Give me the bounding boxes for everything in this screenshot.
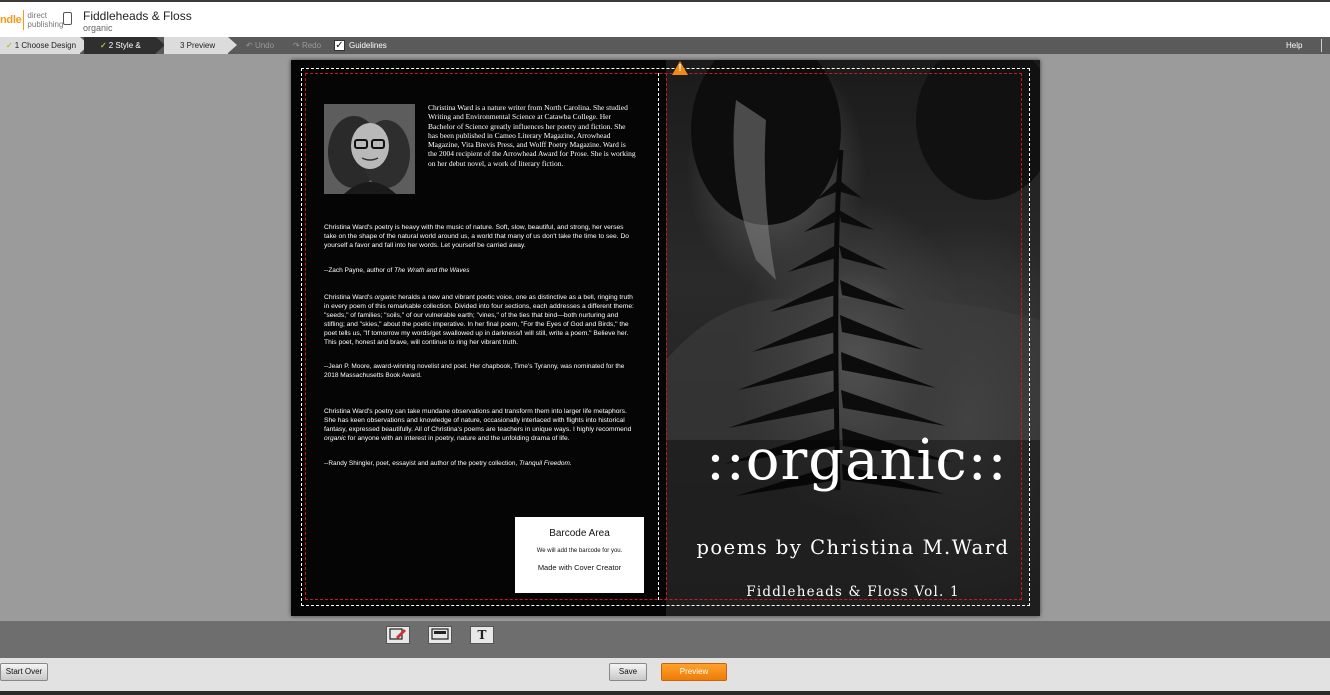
blurb-3-emphasis: organic <box>324 435 346 442</box>
top-header: ndle direct publishing Fiddleheads & Flo… <box>0 0 1330 37</box>
start-over-button[interactable]: Start Over <box>0 663 48 681</box>
back-cover[interactable]: Christina Ward is a nature writer from N… <box>291 60 666 616</box>
brand-divider <box>23 10 25 30</box>
step-toolbar: ✓1 Choose Design ✓2 Style & Edit 3 Previ… <box>0 37 1330 67</box>
guidelines-label[interactable]: Guidelines <box>349 37 387 54</box>
kdp-logo[interactable]: ndle direct publishing <box>0 8 63 32</box>
edit-background-icon[interactable] <box>386 626 410 644</box>
blurb-3-part-b: for anyone with an interest in poetry, n… <box>345 435 570 442</box>
warning-icon-mark: ! <box>678 63 682 74</box>
redo-button[interactable]: ↷ Redo <box>293 37 321 54</box>
brand-line-1: direct <box>27 11 47 20</box>
editor-toolstrip: T <box>0 621 1330 658</box>
barcode-subtitle: We will add the barcode for you. <box>536 548 623 554</box>
author-bio[interactable]: Christina Ward is a nature writer from N… <box>428 103 636 168</box>
blurb-2-emphasis: organic <box>374 294 397 301</box>
review-blurb-2[interactable]: Christina Ward's organic heralds a new a… <box>324 293 636 347</box>
review-attribution-1[interactable]: --Zach Payne, author of The Wrath and th… <box>324 266 636 275</box>
text-tool-icon[interactable]: T <box>470 626 494 644</box>
step-style-edit[interactable]: ✓2 Style & Edit <box>84 37 156 67</box>
check-icon: ✓ <box>6 41 13 50</box>
attribution-3-text: --Randy Shingler, poet, essayist and aut… <box>324 460 520 467</box>
brand-kindle-text: ndle <box>0 14 22 26</box>
redo-label: Redo <box>301 41 322 50</box>
cover-series[interactable]: Fiddleheads & Floss Vol. 1 <box>666 584 1040 600</box>
step-arrow <box>228 37 237 53</box>
front-cover[interactable]: ::organic:: poems by Christina M.Ward Fi… <box>666 60 1040 616</box>
step-preview-label: 3 Preview <box>180 41 216 50</box>
review-attribution-3[interactable]: --Randy Shingler, poet, essayist and aut… <box>324 459 636 468</box>
project-subtitle: organic <box>83 23 113 33</box>
undo-icon: ↶ <box>246 41 253 50</box>
undo-label: Undo <box>254 41 275 50</box>
cover-preview[interactable]: Christina Ward is a nature writer from N… <box>291 60 1040 616</box>
barcode-made-with: Made with Cover Creator <box>537 563 622 572</box>
guidelines-checkbox[interactable]: ✓ <box>334 40 345 51</box>
project-title: Fiddleheads & Floss <box>83 9 192 23</box>
blurb-2-part-b: heralds a new and vibrant poetic voice, … <box>324 294 634 346</box>
author-photo-image <box>324 104 415 194</box>
book-icon <box>63 12 72 25</box>
barcode-area: Barcode Area We will add the barcode for… <box>515 517 644 593</box>
review-attribution-2[interactable]: --Jean P. Moore, award-winning novelist … <box>324 362 636 380</box>
window-bottom-edge <box>0 691 1330 695</box>
divider <box>1321 39 1322 52</box>
attribution-1-text: --Zach Payne, author of <box>324 267 395 274</box>
blurb-3-part-a: Christina Ward's poetry can take mundane… <box>324 408 632 433</box>
preview-button[interactable]: Preview <box>661 663 727 681</box>
review-blurb-1[interactable]: Christina Ward's poetry is heavy with th… <box>324 223 636 250</box>
paint-icon <box>389 628 406 640</box>
blurb-2-part-a: Christina Ward's <box>324 294 375 301</box>
review-blurb-1-text: Christina Ward's poetry is heavy with th… <box>324 224 629 249</box>
redo-icon: ↷ <box>293 41 300 50</box>
cover-photo-fern-back[interactable] <box>666 60 1040 616</box>
attribution-3-work: Tranquil Freedom. <box>519 460 572 467</box>
brand-direct-publishing: direct publishing <box>27 11 63 29</box>
author-photo[interactable] <box>324 104 415 194</box>
step-preview[interactable]: 3 Preview <box>164 37 228 54</box>
review-blurb-3[interactable]: Christina Ward's poetry can take mundane… <box>324 407 636 443</box>
step-choose-design-label: 1 Choose Design <box>14 41 77 50</box>
save-button[interactable]: Save <box>609 663 647 681</box>
brand-line-2: publishing <box>27 20 64 29</box>
cover-title[interactable]: ::organic:: <box>706 428 1007 493</box>
layout-icon[interactable] <box>428 626 452 644</box>
barcode-title: Barcode Area <box>549 528 610 539</box>
undo-button[interactable]: ↶ Undo <box>246 37 274 54</box>
step-choose-design[interactable]: ✓ 1 Choose Design <box>0 37 80 54</box>
attribution-1-work: The Wrath and the Waves <box>394 267 470 274</box>
help-link[interactable]: Help <box>1286 37 1302 54</box>
check-icon: ✓ <box>100 41 107 50</box>
bottom-action-bar: Start Over Save Preview <box>0 658 1330 695</box>
layout-glyph-icon <box>431 628 449 640</box>
cover-byline[interactable]: poems by Christina M.Ward <box>666 536 1040 559</box>
